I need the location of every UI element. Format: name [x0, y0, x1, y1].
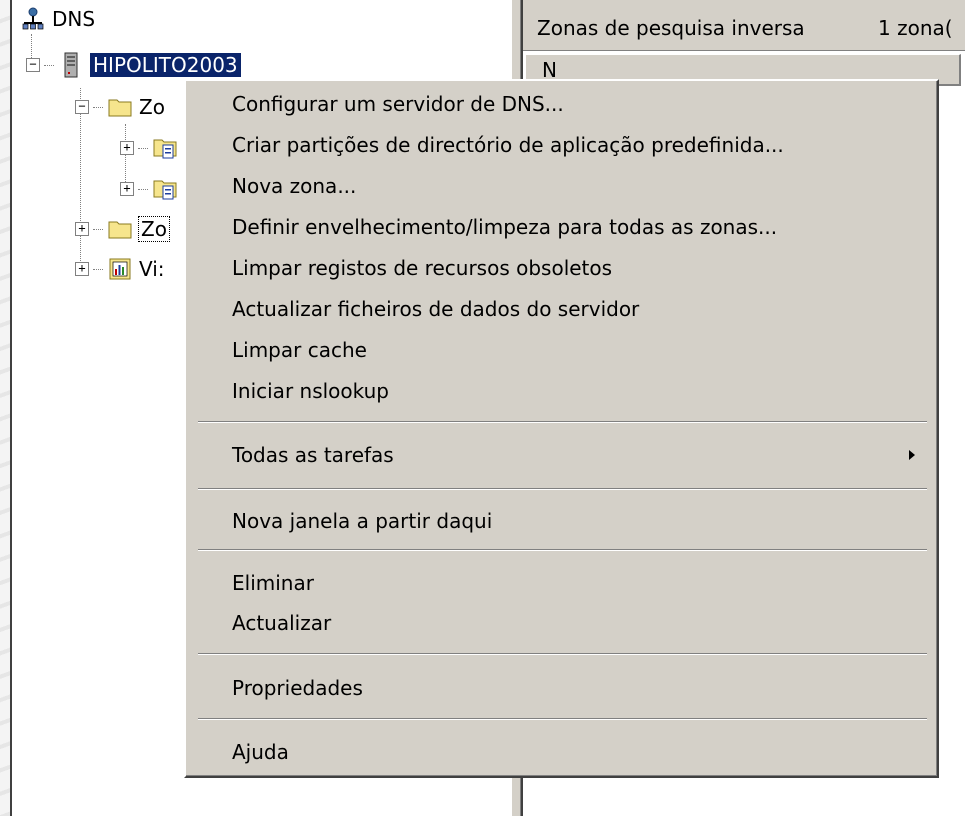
tree-connector: [93, 268, 103, 270]
folder-icon: [107, 217, 133, 241]
menu-item-new-zone[interactable]: Nova zona...: [188, 169, 935, 203]
menu-item-label: Eliminar: [232, 571, 314, 595]
event-viewer-icon: [107, 257, 133, 281]
menu-item-label: Limpar cache: [232, 338, 367, 362]
zone-file-icon: [152, 177, 178, 201]
menu-item-help[interactable]: Ajuda: [188, 735, 935, 769]
menu-item-delete[interactable]: Eliminar: [188, 566, 935, 600]
menu-item-label: Limpar registos de recursos obsoletos: [232, 256, 613, 280]
expand-icon[interactable]: +: [120, 141, 134, 155]
menu-item-label: Definir envelhecimento/limpeza para toda…: [232, 215, 778, 239]
zone-file-icon: [152, 136, 178, 160]
tree-item-zone-folder[interactable]: − Zo: [75, 92, 165, 122]
menu-separator: [198, 549, 927, 551]
tree-item-zone-child[interactable]: +: [120, 174, 184, 204]
menu-item-set-aging-scavenging[interactable]: Definir envelhecimento/limpeza para toda…: [188, 210, 935, 244]
tree-connector: [93, 106, 103, 108]
submenu-arrow-icon: [909, 450, 915, 460]
menu-item-configure-dns-server[interactable]: Configurar um servidor de DNS...: [188, 87, 935, 121]
details-header: Zonas de pesquisa inversa 1 zona(: [523, 0, 965, 51]
menu-separator: [198, 488, 927, 490]
menu-item-create-partitions[interactable]: Criar partições de directório de aplicaç…: [188, 128, 935, 162]
expand-icon[interactable]: +: [75, 262, 89, 276]
tree-label-dns: DNS: [52, 7, 96, 31]
menu-item-label: Nova janela a partir daqui: [232, 509, 493, 533]
menu-item-launch-nslookup[interactable]: Iniciar nslookup: [188, 374, 935, 408]
tree-label-zone-2: Zo: [138, 216, 170, 242]
menu-item-label: Actualizar: [232, 611, 332, 635]
collapse-icon[interactable]: −: [26, 58, 40, 72]
menu-item-clear-cache[interactable]: Limpar cache: [188, 333, 935, 367]
menu-item-label: Todas as tarefas: [232, 443, 394, 467]
menu-item-all-tasks[interactable]: Todas as tarefas: [188, 438, 935, 472]
menu-item-update-server-data-files[interactable]: Actualizar ficheiros de dados do servido…: [188, 292, 935, 326]
collapse-icon[interactable]: −: [75, 100, 89, 114]
tree-label-server: HIPOLITO2003: [90, 53, 241, 77]
expand-icon[interactable]: +: [120, 182, 134, 196]
menu-item-label: Nova zona...: [232, 174, 357, 198]
menu-item-label: Iniciar nslookup: [232, 379, 389, 403]
tree-connector: [138, 147, 148, 149]
tree-item-event-viewer[interactable]: + Vi:: [75, 254, 165, 284]
tree-connector: [93, 228, 103, 230]
menu-item-scavenge-stale-records[interactable]: Limpar registos de recursos obsoletos: [188, 251, 935, 285]
menu-separator: [198, 718, 927, 720]
tree-label-views: Vi:: [139, 257, 165, 281]
tree-connector: [138, 188, 148, 190]
menu-item-properties[interactable]: Propriedades: [188, 671, 935, 705]
dns-network-icon: [20, 7, 46, 31]
tree-item-dns-root[interactable]: DNS: [20, 4, 95, 34]
menu-item-new-window-from-here[interactable]: Nova janela a partir daqui: [188, 504, 935, 538]
background-strip: [0, 0, 10, 816]
details-title: Zonas de pesquisa inversa: [537, 16, 805, 40]
menu-item-label: Propriedades: [232, 676, 363, 700]
tree-item-server[interactable]: − HIPOLITO2003: [26, 50, 241, 80]
menu-separator: [198, 421, 927, 423]
tree-item-zone-folder-2[interactable]: + Zo: [75, 214, 170, 244]
menu-item-refresh[interactable]: Actualizar: [188, 606, 935, 640]
menu-item-label: Configurar um servidor de DNS...: [232, 92, 564, 116]
server-icon: [58, 52, 84, 78]
context-menu: Configurar um servidor de DNS... Criar p…: [184, 79, 939, 778]
menu-separator: [198, 653, 927, 655]
menu-item-label: Ajuda: [232, 740, 289, 764]
tree-connector: [44, 64, 54, 66]
menu-item-label: Criar partições de directório de aplicaç…: [232, 133, 784, 157]
tree-item-zone-child[interactable]: +: [120, 133, 184, 163]
folder-icon: [107, 95, 133, 119]
expand-icon[interactable]: +: [75, 222, 89, 236]
menu-item-label: Actualizar ficheiros de dados do servido…: [232, 297, 640, 321]
details-count: 1 zona(: [878, 16, 953, 40]
tree-label-zone: Zo: [139, 95, 165, 119]
